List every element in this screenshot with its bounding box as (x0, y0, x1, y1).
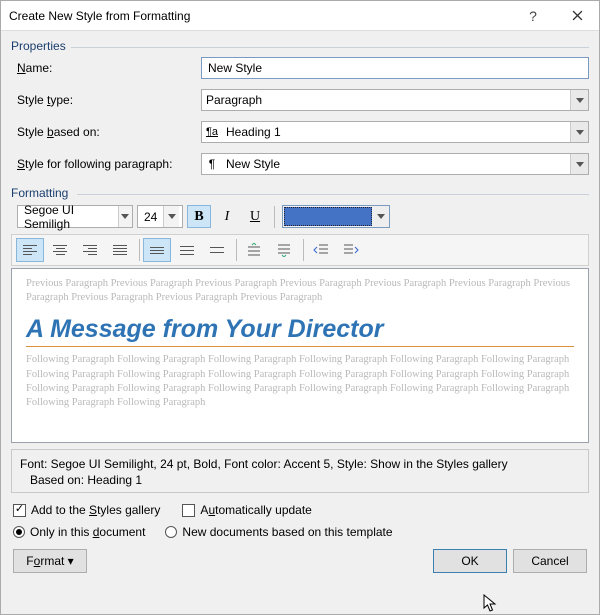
format-button[interactable]: Format ▾ (13, 549, 87, 573)
single-spacing-button[interactable] (143, 238, 171, 262)
window-title: Create New Style from Formatting (9, 9, 511, 23)
add-to-gallery-checkbox[interactable]: Add to the Styles gallery (13, 503, 160, 517)
following-combo[interactable]: ¶ New Style (201, 153, 589, 175)
section-properties: Properties (11, 35, 589, 55)
font-color-combo[interactable] (282, 205, 390, 228)
titlebar: Create New Style from Formatting ? (1, 1, 599, 31)
align-left-button[interactable] (16, 238, 44, 262)
dialog-create-style: Create New Style from Formatting ? Prope… (0, 0, 600, 615)
only-this-doc-radio[interactable]: Only in this document (13, 525, 145, 539)
medium-spacing-button[interactable] (173, 238, 201, 262)
radio-icon (13, 526, 25, 538)
section-formatting: Formatting (11, 182, 589, 202)
paragraph-mark-icon: ¶ (202, 154, 222, 174)
indent-right-icon (343, 243, 359, 257)
chevron-down-icon (163, 206, 179, 227)
chevron-down-icon (118, 206, 132, 227)
bold-button[interactable]: B (187, 205, 211, 228)
italic-button[interactable]: I (215, 205, 239, 228)
align-center-button[interactable] (46, 238, 74, 262)
spacing-icon (246, 243, 262, 257)
paragraph-mark-icon: ¶a (202, 122, 222, 142)
help-button[interactable]: ? (511, 1, 555, 31)
desc-line-1: Font: Segoe UI Semilight, 24 pt, Bold, F… (20, 456, 580, 472)
divider (303, 239, 304, 261)
desc-line-2: Based on: Heading 1 (20, 472, 580, 488)
preview-area: Previous Paragraph Previous Paragraph Pr… (11, 268, 589, 443)
label-name: Name: (17, 61, 201, 75)
name-input[interactable] (201, 57, 589, 79)
divider (77, 194, 589, 195)
font-size-combo[interactable]: 24 (137, 205, 183, 228)
style-description: Font: Segoe UI Semilight, 24 pt, Bold, F… (11, 449, 589, 493)
divider (71, 47, 589, 48)
indent-left-icon (313, 243, 329, 257)
radio-icon (165, 526, 177, 538)
increase-indent-button[interactable] (337, 238, 365, 262)
align-right-button[interactable] (76, 238, 104, 262)
cancel-button[interactable]: Cancel (513, 549, 587, 573)
preview-previous: Previous Paragraph Previous Paragraph Pr… (26, 277, 574, 305)
chevron-down-icon (570, 90, 588, 110)
new-docs-template-radio[interactable]: New documents based on this template (165, 525, 392, 539)
preview-rule (26, 346, 574, 347)
label-style-type: Style type: (17, 93, 201, 107)
divider (236, 239, 237, 261)
checkbox-icon (182, 504, 195, 517)
divider (139, 239, 140, 261)
decrease-indent-button[interactable] (307, 238, 335, 262)
style-type-value: Paragraph (202, 90, 570, 110)
only-this-doc-label: Only in this document (30, 525, 145, 539)
following-value: New Style (222, 154, 570, 174)
ok-button[interactable]: OK (433, 549, 507, 573)
close-icon (572, 10, 583, 21)
based-on-value: Heading 1 (222, 122, 570, 142)
space-before-inc-button[interactable] (240, 238, 268, 262)
auto-update-checkbox[interactable]: Automatically update (182, 503, 311, 517)
color-swatch (284, 207, 372, 226)
divider (274, 206, 275, 228)
based-on-combo[interactable]: ¶a Heading 1 (201, 121, 589, 143)
preview-following: Following Paragraph Following Paragraph … (26, 353, 574, 410)
preview-heading: A Message from Your Director (26, 315, 574, 344)
label-based-on: Style based on: (17, 125, 201, 139)
label-following: Style for following paragraph: (17, 157, 201, 171)
close-button[interactable] (555, 1, 599, 31)
checkbox-icon (13, 504, 26, 517)
align-justify-button[interactable] (106, 238, 134, 262)
font-family-value: Segoe UI Semiligh (18, 206, 118, 227)
chevron-down-icon (570, 154, 588, 174)
space-before-dec-button[interactable] (270, 238, 298, 262)
paragraph-toolbar (11, 234, 589, 266)
underline-button[interactable]: U (243, 205, 267, 228)
spacing-icon (276, 243, 292, 257)
font-family-combo[interactable]: Segoe UI Semiligh (17, 205, 133, 228)
double-spacing-button[interactable] (203, 238, 231, 262)
chevron-down-icon (570, 122, 588, 142)
chevron-down-icon (373, 206, 389, 227)
add-to-gallery-label: Add to the Styles gallery (31, 503, 160, 517)
style-type-combo[interactable]: Paragraph (201, 89, 589, 111)
font-size-value: 24 (138, 206, 163, 227)
auto-update-label: Automatically update (200, 503, 311, 517)
new-docs-label: New documents based on this template (182, 525, 392, 539)
